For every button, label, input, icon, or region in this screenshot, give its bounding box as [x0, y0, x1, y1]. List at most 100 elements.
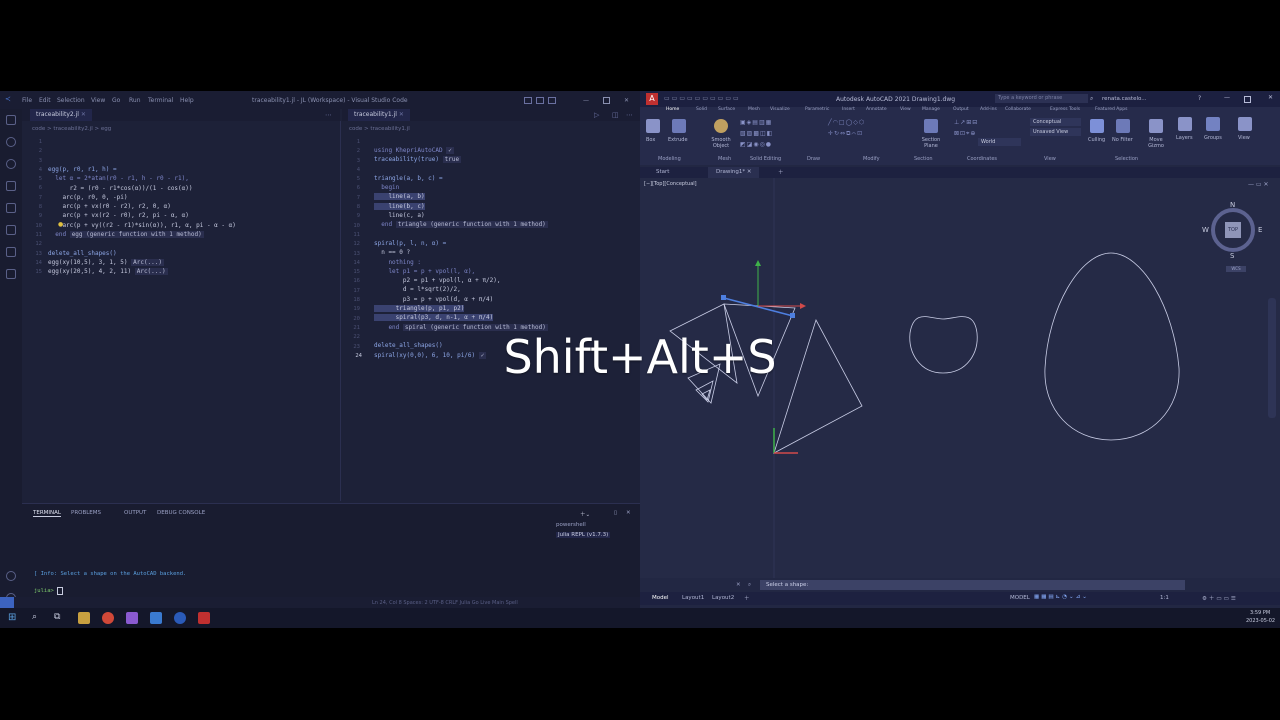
account-icon[interactable] [6, 571, 16, 581]
move-gizmo-button[interactable]: Move Gizmo [1146, 137, 1166, 149]
ribbon-tab-home[interactable]: Home [666, 107, 679, 112]
more-actions-icon[interactable]: ⋯ [325, 109, 332, 121]
ribbon-tab[interactable]: Mesh [748, 107, 760, 112]
command-line[interactable]: ✕ ⌕ Select a shape: [736, 580, 1185, 590]
ribbon-tab[interactable]: Insert [842, 107, 855, 112]
close-icon[interactable]: ✕ [624, 97, 629, 104]
ribbon-tab[interactable]: Parametric [805, 107, 829, 112]
tab-close-icon[interactable]: ✕ [81, 111, 86, 118]
right-editor-code[interactable]: using KhepriAutoCAD ✓ traceability(true)… [374, 146, 548, 360]
more-actions-icon[interactable]: ⋯ [626, 109, 633, 121]
run-file-icon[interactable]: ▷ [594, 109, 599, 121]
close-icon[interactable]: ✕ [1268, 94, 1273, 101]
view-preset-select[interactable]: Unsaved View [1030, 128, 1081, 136]
status-items[interactable]: Ln 24, Col 8 Spaces: 2 UTF-8 CRLF Julia … [372, 600, 518, 606]
layout-tab[interactable]: Layout1 [682, 595, 704, 601]
drafting-toggles[interactable]: ▦▦▤⊾◔⌄⊿⌄ [1034, 594, 1089, 600]
ucs-select[interactable]: World [978, 138, 1021, 146]
menu-terminal[interactable]: Terminal [148, 97, 173, 104]
minimize-icon[interactable]: — [583, 97, 589, 104]
maximize-icon[interactable] [1244, 96, 1251, 103]
source-control-icon[interactable] [6, 159, 16, 169]
tab-drawing1[interactable]: Drawing1* ✕ [708, 167, 760, 178]
menu-selection[interactable]: Selection [57, 97, 85, 104]
wcs-menu[interactable]: WCS [1226, 266, 1246, 272]
culling-button[interactable]: Culling [1088, 137, 1105, 143]
ribbon-tab[interactable]: Solid [696, 107, 707, 112]
sidebar-toggle-icon[interactable] [548, 97, 556, 104]
app-icon[interactable] [126, 612, 138, 624]
run-debug-icon[interactable] [6, 181, 16, 191]
gizmo-x-arrow[interactable] [800, 303, 806, 309]
ribbon-tab[interactable]: Visualize [770, 107, 790, 112]
new-terminal-icon[interactable]: ＋⌄ [580, 510, 590, 518]
tab-close-icon[interactable]: ✕ [747, 169, 752, 175]
ribbon-tab[interactable]: Add-ins [980, 107, 997, 112]
extrude-button[interactable]: Extrude [668, 137, 688, 143]
tab-traceability2[interactable]: traceability2.jl ✕ [30, 109, 92, 121]
panel-label[interactable]: View [1044, 156, 1056, 162]
testing-icon[interactable] [6, 247, 16, 257]
app-icon[interactable] [174, 612, 186, 624]
terminal-list-item[interactable]: powershell [556, 522, 586, 528]
extensions-icon[interactable] [6, 225, 16, 235]
chrome-icon[interactable] [102, 612, 114, 624]
panel-label[interactable]: Mesh [718, 156, 731, 162]
start-icon[interactable]: ⊞ [8, 612, 16, 623]
ribbon-tab[interactable]: Surface [718, 107, 735, 112]
ribbon-tab[interactable]: Output [953, 107, 969, 112]
add-layout-icon[interactable]: ＋ [744, 594, 750, 602]
remote-icon[interactable] [6, 203, 16, 213]
ribbon-tab[interactable]: Annotate [866, 107, 887, 112]
menu-run[interactable]: Run [129, 97, 141, 104]
gizmo-y-arrow[interactable] [755, 260, 761, 266]
menu-go[interactable]: Go [112, 97, 120, 104]
tab-terminal[interactable]: TERMINAL [33, 510, 61, 517]
clock-date[interactable]: 2023-05-02 [1246, 618, 1275, 624]
draw-modify-icons[interactable]: ╱◠□◯◇⬡ ✛↻⇔⧉⌒⊡ [828, 117, 888, 151]
menu-view[interactable]: View [91, 97, 105, 104]
panel-close-icon[interactable]: ✕ [626, 510, 631, 516]
ribbon-tab[interactable]: Express Tools [1050, 107, 1080, 112]
ribbon-tab[interactable]: Featured Apps [1095, 107, 1127, 112]
kill-terminal-icon[interactable]: ▯ [614, 510, 617, 516]
file-explorer-icon[interactable] [78, 612, 90, 624]
terminal-prompt[interactable]: julia> [34, 587, 63, 596]
search-icon[interactable]: ⌕ [1090, 95, 1093, 103]
panel-label[interactable]: Draw [807, 156, 820, 162]
autocad-taskbar-icon[interactable] [198, 612, 210, 624]
grip[interactable] [790, 313, 795, 318]
ribbon-tab[interactable]: View [900, 107, 911, 112]
compass-west[interactable]: W [1202, 226, 1209, 234]
mesh-tools-icons[interactable]: ▣◈▤▥▦ ▧▨▩◫◧ ◩◪◉◎● [740, 117, 820, 151]
search-input[interactable]: Type a keyword or phrase [995, 94, 1088, 103]
split-editor-icon[interactable]: ◫ [612, 109, 619, 121]
menu-file[interactable]: File [22, 97, 32, 104]
vscode-taskbar-icon[interactable] [150, 612, 162, 624]
tab-close-icon[interactable]: ✕ [399, 111, 404, 118]
model-space-toggle[interactable]: MODEL [1010, 595, 1030, 601]
explorer-icon[interactable] [6, 115, 16, 125]
task-view-icon[interactable]: ⧉ [54, 612, 60, 622]
panel-label[interactable]: Modify [863, 156, 880, 162]
panel-label[interactable]: Coordinates [967, 156, 997, 162]
minimize-icon[interactable]: — [1224, 94, 1230, 101]
user-name[interactable]: renata.castelo... [1102, 96, 1147, 102]
viewcube[interactable]: TOP N S E W WCS [1202, 201, 1267, 272]
lightbulb-icon[interactable]: ● [58, 221, 63, 228]
search-icon[interactable] [6, 137, 16, 147]
command-line-close-icon[interactable]: ✕ [736, 580, 741, 590]
groups-button[interactable]: Groups [1204, 135, 1222, 141]
tab-output[interactable]: OUTPUT [124, 510, 146, 516]
layers-button[interactable]: Layers [1176, 135, 1193, 141]
panel-label[interactable]: Solid Editing [750, 156, 781, 162]
tab-debug-console[interactable]: DEBUG CONSOLE [157, 510, 205, 516]
ribbon-tab[interactable]: Manage [922, 107, 940, 112]
triangle[interactable] [695, 380, 714, 403]
command-line-customize-icon[interactable]: ⌕ [748, 580, 751, 590]
tab-traceability1[interactable]: traceability1.jl ✕ [348, 109, 410, 121]
help-icon[interactable]: ? [1198, 95, 1201, 102]
box-button[interactable]: Box [646, 137, 655, 143]
autocad-logo-icon[interactable]: A [646, 93, 658, 105]
menu-help[interactable]: Help [180, 97, 194, 104]
